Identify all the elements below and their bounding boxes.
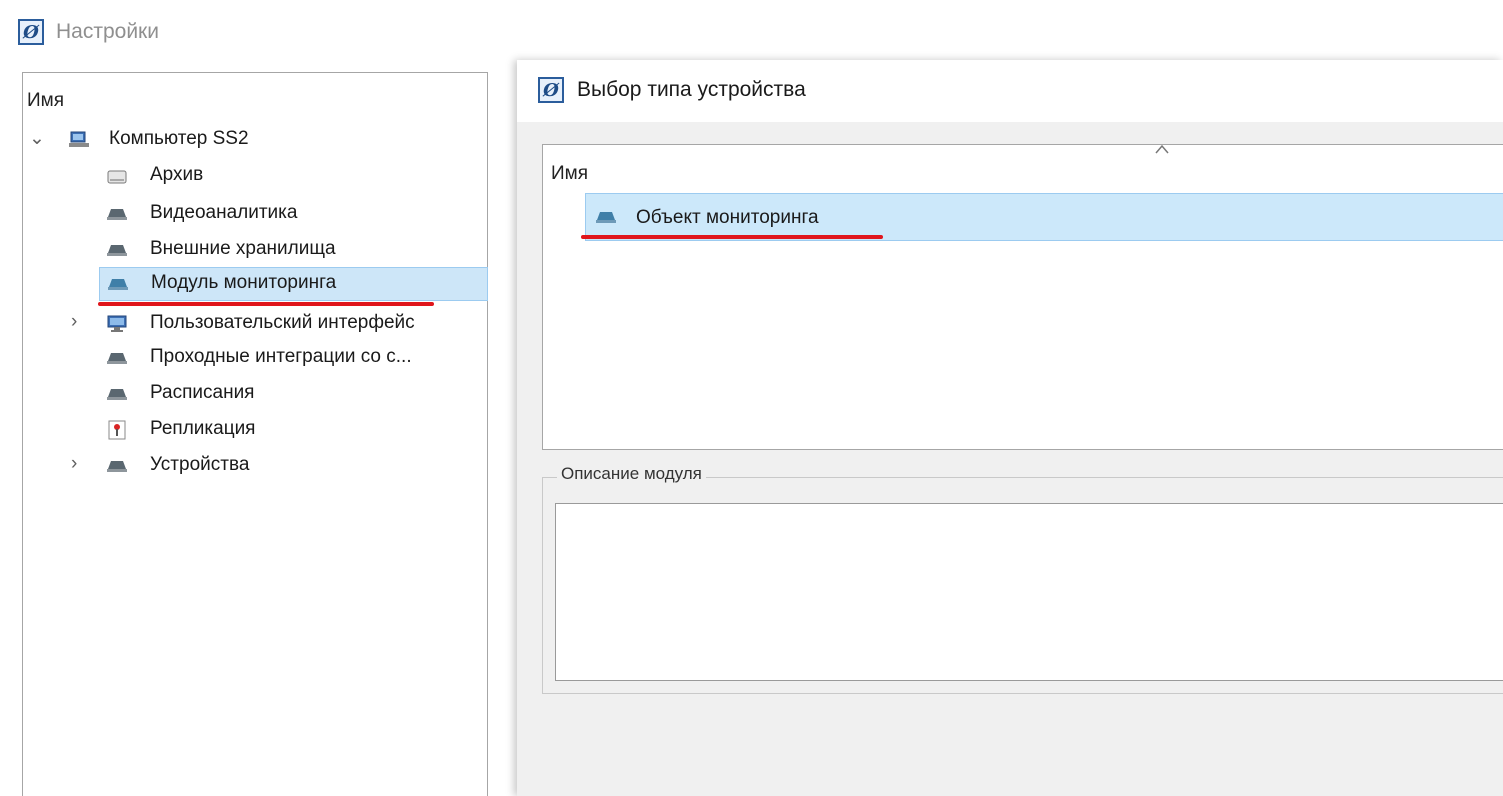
panel-header: Ø Выбор типа устройства bbox=[517, 60, 1503, 122]
module-description-text[interactable] bbox=[555, 503, 1503, 681]
module-icon bbox=[107, 461, 127, 472]
module-icon bbox=[596, 212, 616, 223]
tree-item-label: Пользовательский интерфейс bbox=[150, 312, 415, 333]
tree-item-archive[interactable]: Архив bbox=[23, 159, 487, 193]
tree-item-replication[interactable]: Репликация bbox=[23, 413, 487, 447]
tree-item-label: Репликация bbox=[150, 418, 256, 439]
chevron-right-icon[interactable]: › bbox=[71, 453, 77, 475]
module-icon bbox=[108, 279, 128, 290]
panel-title: Выбор типа устройства bbox=[577, 78, 806, 101]
list-item-monitoring-object[interactable]: Объект мониторинга bbox=[585, 193, 1503, 241]
list-item-label: Объект мониторинга bbox=[636, 207, 819, 228]
tree-item-computer[interactable]: ⌄ Компьютер SS2 bbox=[23, 123, 487, 157]
tree-item-label: Архив bbox=[150, 164, 204, 185]
tree-item-monitoring-module[interactable]: Модуль мониторинга bbox=[99, 267, 488, 301]
window-title: Настройки bbox=[56, 20, 159, 43]
module-icon bbox=[107, 353, 127, 364]
drive-icon bbox=[107, 170, 127, 184]
replication-icon bbox=[108, 420, 126, 440]
chevron-right-icon[interactable]: › bbox=[71, 311, 77, 333]
tree-item-pass-through-integrations[interactable]: Проходные интеграции со с... bbox=[23, 341, 487, 375]
tree-item-label: Устройства bbox=[150, 454, 250, 475]
module-icon bbox=[107, 245, 127, 256]
tree-item-label: Проходные интеграции со с... bbox=[150, 346, 412, 367]
tree-item-label: Внешние хранилища bbox=[150, 238, 336, 259]
list-column-header[interactable]: Имя bbox=[551, 163, 588, 185]
module-description-label: Описание модуля bbox=[557, 464, 706, 484]
computer-icon bbox=[69, 131, 89, 147]
annotation-underline bbox=[98, 302, 434, 306]
tree-item-label: Модуль мониторинга bbox=[151, 272, 337, 293]
chevron-down-icon[interactable]: ⌄ bbox=[29, 127, 45, 150]
tree-item-label: Компьютер SS2 bbox=[109, 128, 249, 149]
device-type-panel: Ø Выбор типа устройства Имя Объект монит… bbox=[517, 60, 1503, 796]
settings-app-icon: Ø bbox=[18, 19, 44, 45]
module-icon bbox=[107, 389, 127, 400]
tree-item-devices[interactable]: › Устройства bbox=[23, 449, 487, 483]
app-header: Ø Настройки bbox=[18, 16, 159, 48]
device-type-list[interactable]: Имя Объект мониторинга bbox=[542, 144, 1503, 450]
tree-item-video-analytics[interactable]: Видеоаналитика bbox=[23, 197, 487, 231]
module-icon bbox=[107, 209, 127, 220]
annotation-underline bbox=[581, 235, 883, 239]
tree-item-schedules[interactable]: Расписания bbox=[23, 377, 487, 411]
tree-item-label: Видеоаналитика bbox=[150, 202, 298, 223]
tree-item-user-interface[interactable]: › Пользовательский интерфейс bbox=[23, 307, 487, 341]
settings-tree-pane: Имя ⌄ Компьютер SS2 Архив Видеоаналитика bbox=[22, 72, 488, 796]
settings-app-icon: Ø bbox=[538, 77, 564, 103]
tree-item-label: Расписания bbox=[150, 382, 255, 403]
tree-item-external-storage[interactable]: Внешние хранилища bbox=[23, 233, 487, 267]
tree-column-header[interactable]: Имя bbox=[27, 90, 64, 112]
monitor-icon bbox=[107, 315, 127, 332]
sort-ascending-icon[interactable] bbox=[1155, 144, 1169, 154]
